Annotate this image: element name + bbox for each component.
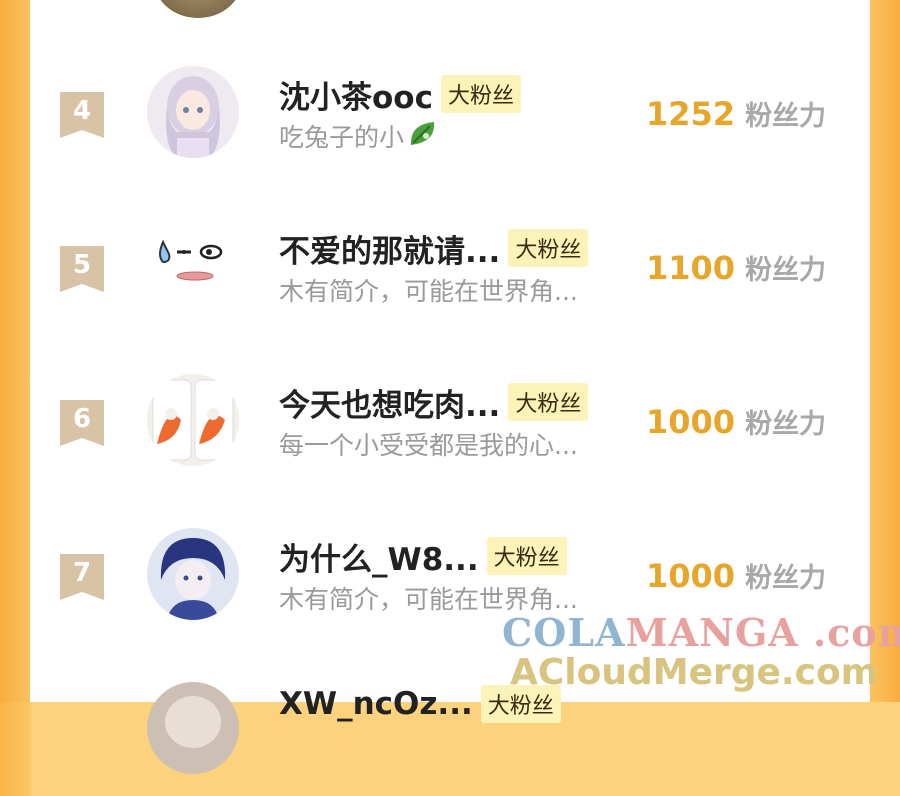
- user-bio: 每一个小受受都是我的心...: [279, 431, 578, 460]
- user-name[interactable]: XW_ncOz...: [279, 686, 473, 722]
- avatar[interactable]: [147, 374, 239, 466]
- fan-level-badge: 大粉丝: [440, 75, 521, 113]
- fan-level-badge: 大粉丝: [508, 229, 589, 267]
- avatar[interactable]: [147, 682, 239, 774]
- fan-power-label: 粉丝力: [745, 409, 827, 440]
- user-name[interactable]: 不爱的那就请...: [279, 226, 500, 271]
- fan-level-badge: 大粉丝: [486, 537, 567, 575]
- watermark-acloudmerge: ACloudMerge.com: [510, 652, 879, 693]
- rank-marker: 7: [60, 554, 104, 600]
- fan-power-label: 粉丝力: [745, 563, 827, 594]
- avatar[interactable]: [147, 218, 239, 310]
- user-name[interactable]: 沈小茶ooc: [279, 72, 433, 117]
- list-item[interactable]: 5 不爱的那就请... 大粉丝 木有简介，可能在世界角... 1100 粉丝力: [0, 214, 900, 334]
- rank-number: 4: [72, 96, 92, 126]
- list-item[interactable]: 6 今天也想吃肉... 大粉丝 每一个小受受都是我的心... 1000 粉丝力: [0, 368, 900, 488]
- fan-power-label: 粉丝力: [745, 101, 827, 132]
- rank-marker: 5: [60, 246, 104, 292]
- user-bio: 木有简介，可能在世界角...: [279, 277, 578, 306]
- watermark-colamanga: COLAMANGA .com: [502, 610, 900, 655]
- fan-power-value: 1000: [646, 557, 736, 595]
- user-name[interactable]: 今天也想吃肉...: [279, 380, 500, 425]
- rank-number: 7: [72, 558, 92, 588]
- fan-power-label: 粉丝力: [745, 255, 827, 286]
- rank-number: 6: [72, 404, 92, 434]
- fan-power-value: 1252: [646, 95, 736, 133]
- user-name[interactable]: 为什么_W8...: [279, 534, 479, 579]
- avatar[interactable]: [147, 528, 239, 620]
- rank-number: 5: [72, 250, 92, 280]
- fan-power-value: 1100: [646, 249, 736, 287]
- list-item[interactable]: XW_ncOz... 大粉丝: [0, 676, 900, 796]
- rank-marker: 4: [60, 92, 104, 138]
- list-item[interactable]: 4 沈小茶ooc 大粉丝 吃兔子的小 1252 粉丝力: [0, 60, 900, 180]
- user-bio: 吃兔子的小: [279, 123, 405, 152]
- avatar[interactable]: [147, 66, 239, 158]
- rank-marker: 6: [60, 400, 104, 446]
- fan-level-badge: 大粉丝: [508, 383, 589, 421]
- leaf-icon: [408, 118, 438, 154]
- fan-power-value: 1000: [646, 403, 736, 441]
